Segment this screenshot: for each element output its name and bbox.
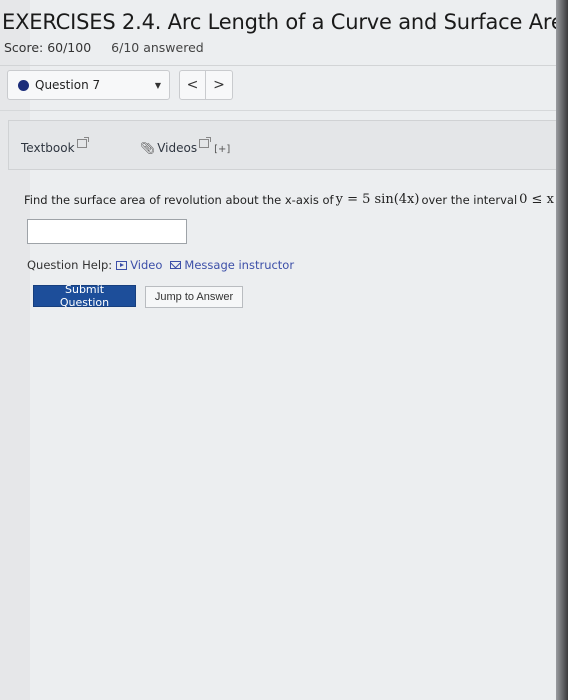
answer-input[interactable]	[27, 219, 187, 244]
question-select[interactable]: Question 7 ▼	[7, 70, 170, 100]
message-instructor-label: Message instructor	[184, 258, 295, 272]
textbook-link[interactable]: Textbook	[21, 137, 89, 155]
submit-question-button[interactable]: Submit Question	[33, 283, 136, 309]
question-status-dot-icon	[18, 79, 29, 91]
question-function: y = 5 sin(4x)	[335, 192, 420, 207]
chevron-right-icon: >	[213, 77, 225, 93]
question-help-label: Question Help:	[27, 258, 113, 272]
video-play-icon	[116, 260, 128, 270]
page-title: EXERCISES 2.4. Arc Length of a Curve and…	[2, 10, 568, 34]
help-video-label: Video	[130, 258, 163, 272]
external-link-icon	[199, 137, 212, 148]
message-instructor-link[interactable]: Message instructor	[170, 258, 294, 272]
score-text: Score: 60/100	[4, 40, 92, 55]
question-middle: over the interval	[421, 192, 518, 207]
envelope-icon	[170, 261, 182, 269]
question-select-label: Question 7	[35, 78, 101, 92]
question-text: Find the surface area of revolution abou…	[24, 186, 568, 213]
jump-to-answer-button[interactable]: Jump to Answer	[145, 286, 243, 308]
resources-panel: Textbook 📎︎ Videos [+]	[8, 120, 556, 170]
left-margin	[0, 0, 30, 700]
videos-label: Videos	[157, 141, 198, 155]
screen: EXERCISES 2.4. Arc Length of a Curve and…	[0, 0, 568, 700]
external-link-icon	[76, 137, 89, 148]
question-prefix: Find the surface area of revolution abou…	[24, 192, 334, 207]
nav-divider	[0, 110, 556, 111]
caret-down-icon: ▼	[154, 80, 161, 90]
help-video-link[interactable]: Video	[116, 258, 162, 272]
answered-count: 6/10 answered	[111, 40, 204, 55]
header-divider	[0, 65, 556, 66]
screen-edge	[556, 0, 568, 700]
paperclip-icon: 📎︎	[140, 141, 156, 155]
expand-videos-toggle[interactable]: [+]	[214, 144, 230, 155]
textbook-label: Textbook	[21, 141, 75, 155]
next-question-button[interactable]: >	[206, 70, 233, 100]
videos-link[interactable]: 📎︎ Videos [+]	[140, 137, 230, 155]
previous-question-button[interactable]: <	[179, 70, 206, 100]
score-line: Score: 60/100 6/10 answered	[4, 40, 204, 55]
chevron-left-icon: <	[186, 77, 199, 93]
question-help: Question Help: Video Message instructor	[27, 258, 294, 272]
